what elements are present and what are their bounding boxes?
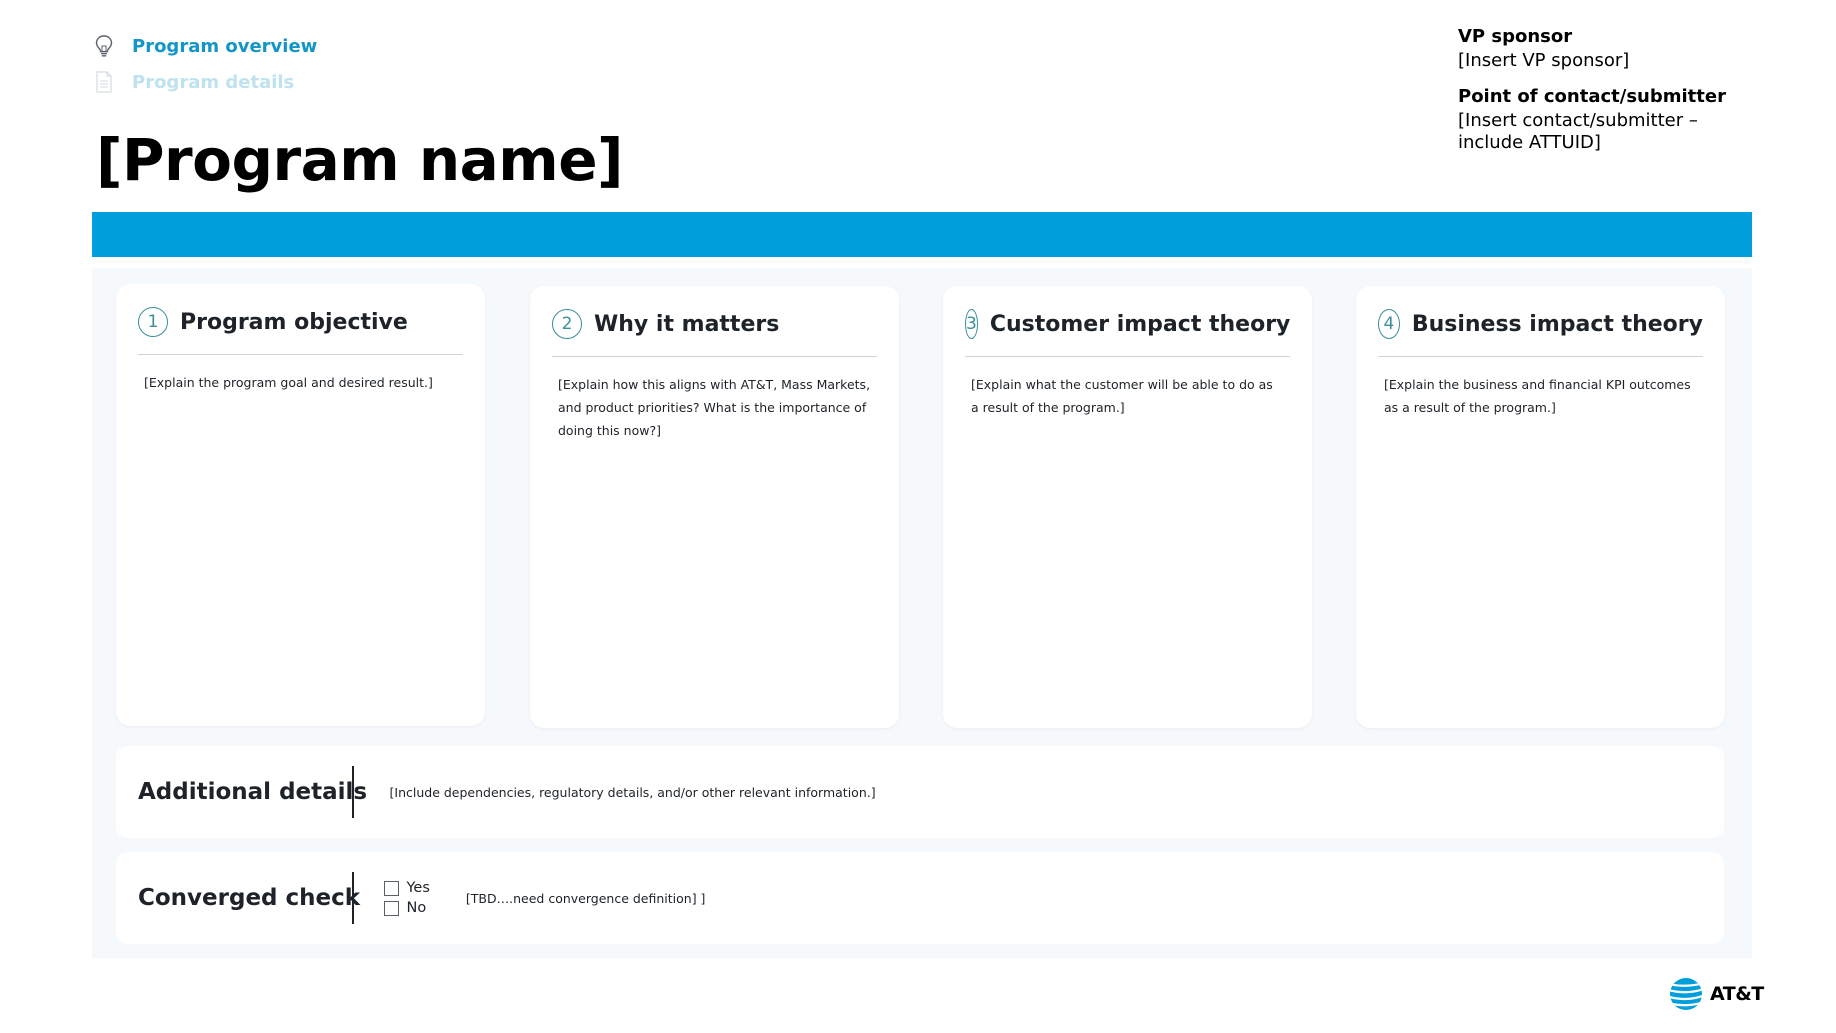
number-badge: 3: [965, 309, 978, 339]
accent-bar: [92, 212, 1752, 257]
card-title: Customer impact theory: [989, 311, 1291, 337]
number-badge: 1: [138, 307, 168, 337]
converged-check-row: Converged check Yes No [TBD….need conver…: [116, 852, 1724, 944]
card-title: Why it matters: [594, 311, 780, 337]
contact-value-line1: [Insert contact/submitter –: [1458, 110, 1698, 131]
card-business-impact-theory: 4 Business impact theory [Explain the bu…: [1356, 286, 1725, 728]
section-nav: Program overview Program details: [92, 28, 317, 100]
nav-label: Program overview: [132, 35, 318, 57]
option-yes[interactable]: Yes: [383, 880, 430, 896]
brand-logo: AT&T: [1668, 976, 1764, 1012]
card-body[interactable]: [Explain the program goal and desired re…: [138, 371, 463, 394]
converged-options: Yes No: [354, 880, 430, 916]
additional-details-label: Additional details: [138, 779, 368, 805]
card-body[interactable]: [Explain how this aligns with AT&T, Mass…: [552, 373, 877, 442]
number-badge: 2: [552, 309, 582, 339]
card-body[interactable]: [Explain what the customer will be able …: [965, 373, 1290, 419]
number-badge: 4: [1378, 309, 1400, 339]
additional-details-text[interactable]: [Include dependencies, regulatory detail…: [354, 785, 876, 800]
sponsor-info: VP sponsor [Insert VP sponsor] Point of …: [1458, 24, 1788, 162]
no-label: No: [406, 900, 427, 916]
yes-checkbox[interactable]: [383, 880, 399, 896]
vp-sponsor-value: [Insert VP sponsor]: [1458, 50, 1630, 71]
card-title: Program objective: [180, 309, 408, 335]
contact-value-line2: include ATTUID]: [1458, 132, 1601, 153]
card-header: 3 Customer impact theory: [965, 306, 1290, 342]
card-divider: [965, 356, 1290, 357]
vp-sponsor-label: VP sponsor: [1458, 26, 1573, 47]
nav-item-program-details[interactable]: Program details: [92, 64, 317, 100]
converged-check-label: Converged check: [138, 885, 361, 911]
page-title: [Program name]: [96, 126, 624, 194]
additional-details-row: Additional details [Include dependencies…: [116, 746, 1724, 838]
card-customer-impact-theory: 3 Customer impact theory [Explain what t…: [943, 286, 1312, 728]
contact-label: Point of contact/submitter: [1458, 86, 1726, 107]
document-icon: [92, 68, 116, 96]
converged-text[interactable]: [TBD….need convergence definition] ]: [430, 891, 706, 906]
card-title: Business impact theory: [1411, 311, 1703, 337]
card-header: 4 Business impact theory: [1378, 306, 1703, 342]
att-globe-icon: [1668, 976, 1704, 1012]
card-body[interactable]: [Explain the business and financial KPI …: [1378, 373, 1703, 419]
yes-label: Yes: [406, 880, 430, 896]
option-no[interactable]: No: [383, 900, 430, 916]
brand-name: AT&T: [1710, 983, 1764, 1005]
card-why-it-matters: 2 Why it matters [Explain how this align…: [530, 286, 899, 728]
card-header: 1 Program objective: [138, 304, 463, 340]
no-checkbox[interactable]: [383, 900, 399, 916]
nav-item-program-overview[interactable]: Program overview: [92, 28, 317, 64]
card-program-objective: 1 Program objective [Explain the program…: [116, 284, 485, 726]
lightbulb-icon: [92, 32, 116, 60]
card-divider: [1378, 356, 1703, 357]
nav-label: Program details: [132, 71, 295, 93]
card-header: 2 Why it matters: [552, 306, 877, 342]
card-divider: [138, 354, 463, 355]
card-divider: [552, 356, 877, 357]
